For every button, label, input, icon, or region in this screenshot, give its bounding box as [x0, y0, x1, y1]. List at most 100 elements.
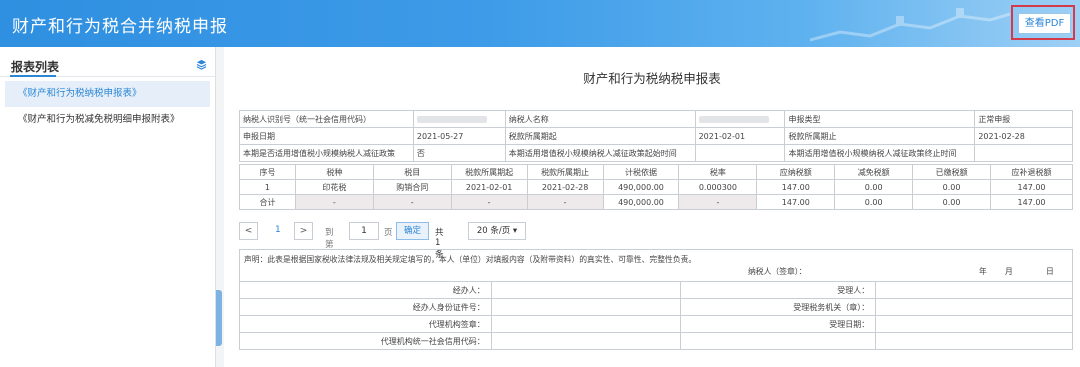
table-cell: 0.00: [834, 194, 914, 210]
empty-cell: [680, 332, 877, 350]
document-title: 财产和行为税纳税申报表: [583, 71, 721, 86]
taxpayer-name-label: 纳税人名称: [504, 110, 696, 128]
table-row: 本期是否适用增值税小规模纳税人减征政策 否 本期适用增值税小规模纳税人减征政策起…: [239, 144, 1073, 162]
period-start-value: 2021-02-01: [694, 127, 786, 145]
agent-label: 经办人：: [239, 281, 492, 299]
sidebar-collapse-handle[interactable]: [216, 290, 222, 346]
table-cell: 147.00: [756, 194, 836, 210]
next-page-button[interactable]: >: [294, 222, 313, 240]
declaration-statement: 声明：此表是根据国家税收法律法规及相关规定填写的，本人（单位）对填报内容（及附带…: [244, 255, 697, 264]
page-size-value: 20 条/页: [476, 226, 511, 236]
prev-page-button[interactable]: <: [239, 222, 258, 240]
goto-label: 到第: [325, 228, 334, 250]
year-label: 年: [979, 267, 987, 276]
taxpayer-id-label: 纳税人识别号（统一社会信用代码）: [239, 110, 414, 128]
table-cell: 0.00: [834, 179, 914, 195]
policy-end-value: [974, 144, 1073, 162]
empty-cell: [875, 332, 1073, 350]
col-header: 应补退税额: [990, 164, 1073, 180]
col-header: 税款所属期起: [450, 164, 528, 180]
sidebar-title-underline: [10, 75, 56, 77]
table-cell: 147.00: [990, 179, 1073, 195]
table-cell: 147.00: [990, 194, 1073, 210]
table-row: 1 印花税 购销合同 2021-02-01 2021-02-28 490,000…: [239, 179, 1073, 195]
receiver-value: [875, 281, 1073, 299]
table-cell: 2021-02-01: [450, 179, 528, 195]
tax-office-label: 受理税务机关（章）：: [680, 298, 877, 316]
sidebar-header: 报表列表: [0, 47, 215, 77]
col-header: 减免税额: [834, 164, 914, 180]
redacted-value: [698, 115, 769, 123]
table-cell: 0.00: [912, 194, 992, 210]
col-header: 序号: [239, 164, 296, 180]
page-size-select[interactable]: 20 条/页 ▾: [468, 222, 526, 240]
confirm-page-button[interactable]: 确定: [396, 222, 429, 240]
month-label: 月: [1005, 267, 1013, 276]
table-row: 代理机构统一社会信用代码：: [239, 332, 1073, 350]
table-cell: -: [678, 194, 758, 210]
sidebar-item-tax-relief-schedule[interactable]: 《财产和行为税减免税明细申报附表》: [0, 107, 215, 133]
tax-office-value: [875, 298, 1073, 316]
table-cell: 0.00: [912, 179, 992, 195]
table-row: 经办人： 受理人：: [239, 281, 1073, 299]
app-header: 财产和行为税合并纳税申报 查看PDF: [0, 0, 1080, 47]
table-cell: 147.00: [756, 179, 836, 195]
redacted-value: [416, 115, 487, 123]
taxpayer-info-table: 纳税人识别号（统一社会信用代码） 纳税人名称 申报类型 正常申报 申报日期 20…: [239, 110, 1073, 162]
agency-seal-label: 代理机构签章：: [239, 315, 492, 333]
day-label: 日: [1046, 267, 1054, 276]
col-header: 税率: [678, 164, 758, 180]
declare-type-label: 申报类型: [784, 110, 976, 128]
table-cell: 印花税: [294, 179, 374, 195]
receive-date-label: 受理日期：: [680, 315, 877, 333]
policy-end-label: 本期适用增值税小规模纳税人减征政策终止时间: [784, 144, 976, 162]
col-header: 税种: [294, 164, 374, 180]
tax-detail-table: 序号 税种 税目 税款所属期起 税款所属期止 计税依据 税率 应纳税额 减免税额…: [239, 164, 1073, 210]
col-header: 已缴税额: [912, 164, 992, 180]
table-row: 纳税人识别号（统一社会信用代码） 纳税人名称 申报类型 正常申报: [239, 110, 1073, 128]
declaration-box: 声明：此表是根据国家税收法律法规及相关规定填写的，本人（单位）对填报内容（及附带…: [239, 249, 1073, 282]
page-unit-label: 页: [384, 228, 393, 238]
col-header: 应纳税额: [756, 164, 836, 180]
taxpayer-id-value: [412, 110, 506, 128]
agent-id-value: [490, 298, 682, 316]
layers-icon[interactable]: [196, 59, 207, 70]
taxpayer-sign-label: 纳税人（签章）：: [748, 267, 807, 276]
col-header: 税款所属期止: [526, 164, 604, 180]
col-header: 税目: [372, 164, 452, 180]
view-pdf-button[interactable]: 查看PDF: [1018, 13, 1071, 34]
app-title: 财产和行为税合并纳税申报: [12, 17, 228, 37]
declare-date-label: 申报日期: [239, 127, 414, 145]
policy-start-value: [694, 144, 786, 162]
agent-id-label: 经办人身份证件号：: [239, 298, 492, 316]
caret-down-icon: ▾: [512, 226, 518, 236]
table-header-row: 序号 税种 税目 税款所属期起 税款所属期止 计税依据 税率 应纳税额 减免税额…: [239, 164, 1073, 180]
declare-type-value: 正常申报: [974, 110, 1073, 128]
table-cell: 购销合同: [372, 179, 452, 195]
table-cell: 合计: [239, 194, 296, 210]
great-wall-decoration: [810, 8, 1010, 42]
taxpayer-name-value: [694, 110, 786, 128]
main-panel: 财产和行为税纳税申报表 纳税人识别号（统一社会信用代码） 纳税人名称 申报类型 …: [224, 47, 1080, 367]
receiver-label: 受理人：: [680, 281, 877, 299]
page-jump-input[interactable]: 1: [349, 222, 379, 240]
period-end-label: 税款所属期止: [784, 127, 976, 145]
col-header: 计税依据: [602, 164, 680, 180]
agency-code-value: [490, 332, 682, 350]
report-sidebar: 报表列表 《财产和行为税纳税申报表》 《财产和行为税减免税明细申报附表》: [0, 47, 216, 367]
agency-seal-value: [490, 315, 682, 333]
table-row: 申报日期 2021-05-27 税款所属期起 2021-02-01 税款所属期止…: [239, 127, 1073, 145]
table-cell: 0.000300: [678, 179, 758, 195]
table-cell: -: [526, 194, 604, 210]
period-end-value: 2021-02-28: [974, 127, 1073, 145]
sidebar-title: 报表列表: [11, 60, 60, 74]
sidebar-item-tax-return[interactable]: 《财产和行为税纳税申报表》: [5, 81, 210, 107]
agency-code-label: 代理机构统一社会信用代码：: [239, 332, 492, 350]
table-cell: 490,000.00: [602, 179, 680, 195]
policy-value: 否: [412, 144, 506, 162]
table-cell: -: [372, 194, 452, 210]
table-cell: -: [450, 194, 528, 210]
table-cell: 490,000.00: [602, 194, 680, 210]
table-cell: 2021-02-28: [526, 179, 604, 195]
page-number-1[interactable]: 1: [275, 225, 281, 235]
